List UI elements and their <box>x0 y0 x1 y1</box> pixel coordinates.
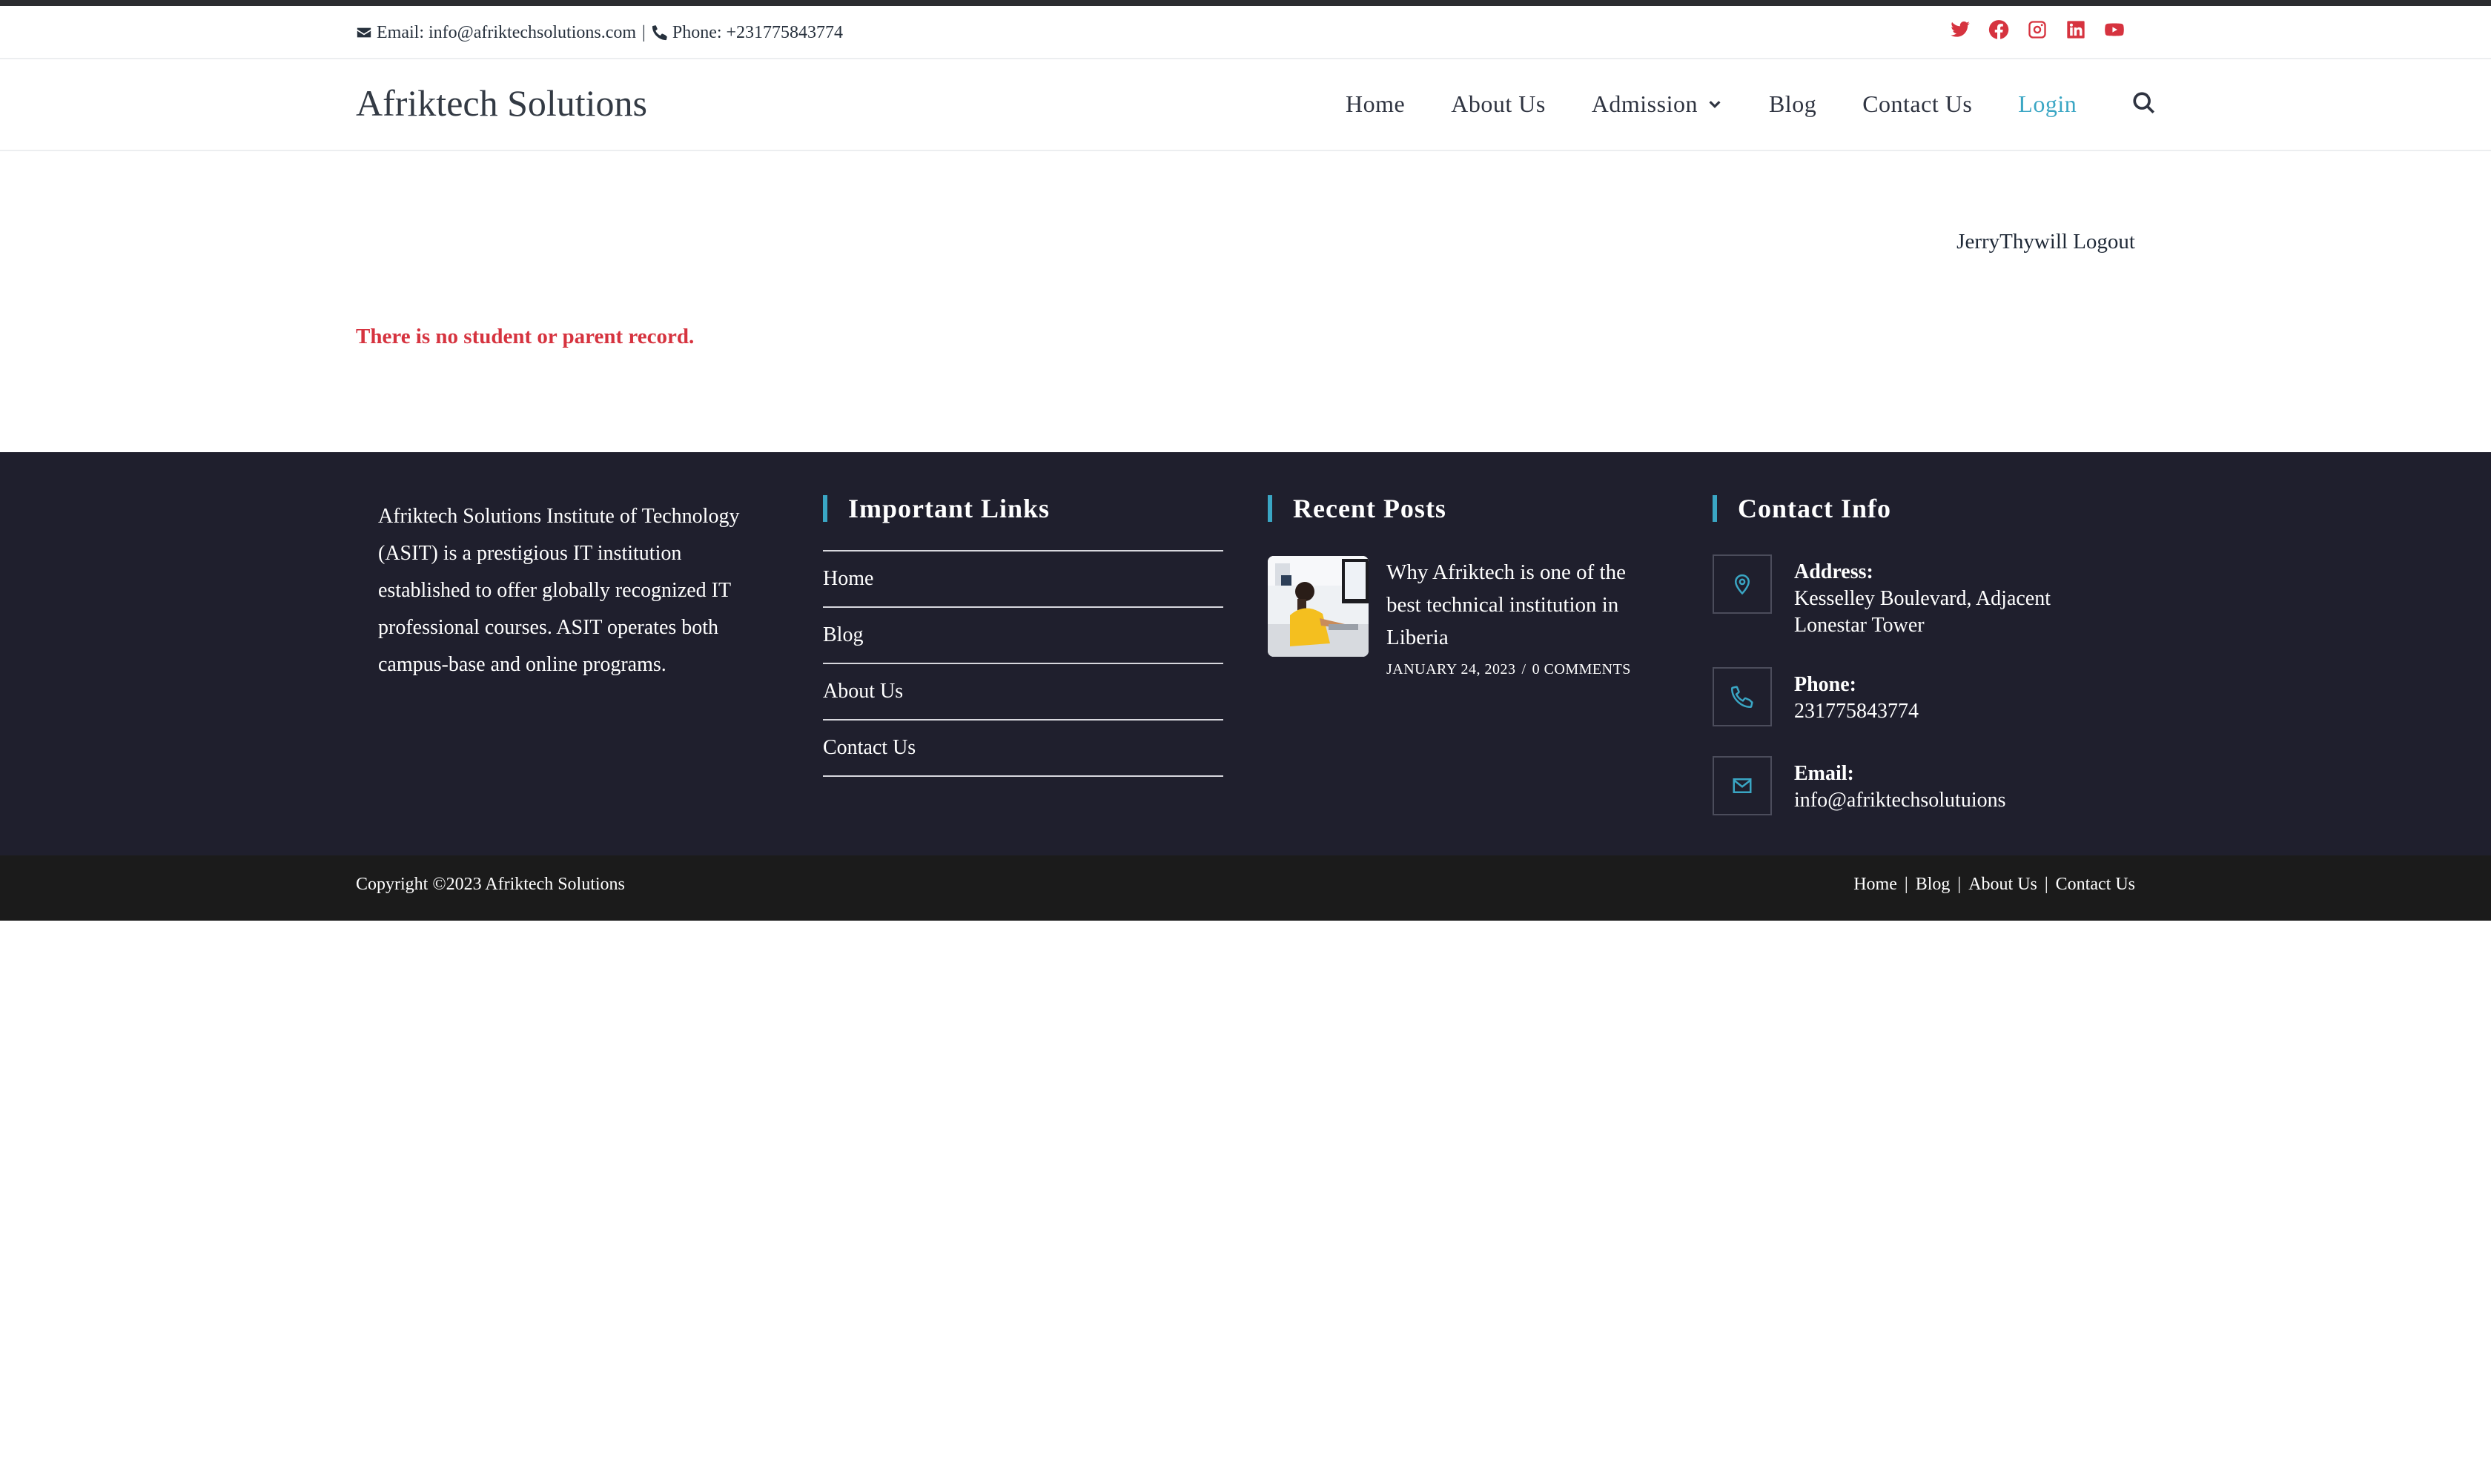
post-meta: JANUARY 24, 2023/0 COMMENTS <box>1386 661 1631 678</box>
search-icon[interactable] <box>2131 90 2158 117</box>
site-header: Afriktech Solutions Home About Us Admiss… <box>0 59 2491 151</box>
footer-link-contact[interactable]: Contact Us <box>823 721 1223 777</box>
phone-value[interactable]: 231775843774 <box>1794 698 1919 725</box>
footer-recent-posts: Recent Posts Why Afriktech is one of the… <box>1268 495 1668 678</box>
footer-link-blog[interactable]: Blog <box>823 608 1223 664</box>
nav-home[interactable]: Home <box>1346 90 1405 118</box>
address-label: Address: <box>1794 560 1873 583</box>
topbar-separator: | <box>642 22 646 42</box>
email-value[interactable]: info@afriktechsolutuions <box>1794 787 2006 814</box>
nav-login[interactable]: Login <box>2018 90 2077 118</box>
nav-about[interactable]: About Us <box>1451 90 1546 118</box>
nav-login-label: Login <box>2018 90 2077 117</box>
topbar-email-label: Email: <box>377 22 424 42</box>
post-comments[interactable]: 0 COMMENTS <box>1532 661 1631 678</box>
topbar-phone[interactable]: +231775843774 <box>727 23 844 43</box>
site-logo[interactable]: Afriktech Solutions <box>356 82 647 125</box>
recent-posts-title: Recent Posts <box>1268 495 1668 522</box>
contact-phone: Phone: 231775843774 <box>1713 667 1919 726</box>
footer-contact-info: Contact Info Address: Kesselley Boulevar… <box>1713 495 2128 815</box>
post-title[interactable]: Why Afriktech is one of the best technic… <box>1386 556 1653 654</box>
topbar-phone-label: Phone: <box>672 22 722 42</box>
contact-email: Email: info@afriktechsolutuions <box>1713 756 2006 815</box>
location-pin-icon <box>1713 554 1772 614</box>
top-accent-stripe <box>0 0 2491 6</box>
topbar-contact: Email: info@afriktechsolutions.com | Pho… <box>356 18 843 47</box>
important-links-list: Home Blog About Us Contact Us <box>823 550 1223 777</box>
footer-link-home[interactable]: Home <box>823 551 1223 608</box>
nav-blog[interactable]: Blog <box>1769 90 1816 118</box>
footer-menu-separator: | <box>1904 875 1908 894</box>
main-nav: Home About Us Admission Blog Contact Us … <box>1346 87 2158 120</box>
footer-important-links: Important Links Home Blog About Us Conta… <box>823 495 1223 777</box>
envelope-icon <box>357 27 371 38</box>
footer-menu: Home | Blog | About Us | Contact Us <box>1853 875 2135 895</box>
footer-menu-home[interactable]: Home <box>1853 875 1897 895</box>
username: JerryThywill <box>1956 230 2068 254</box>
top-bar: Email: info@afriktechsolutions.com | Pho… <box>0 6 2491 59</box>
important-links-title: Important Links <box>823 495 1223 522</box>
instagram-icon[interactable] <box>2027 19 2048 40</box>
footer-menu-blog[interactable]: Blog <box>1916 875 1951 895</box>
social-links <box>1950 19 2125 40</box>
email-label: Email: <box>1794 762 1854 785</box>
site-footer: Afriktech Solutions Institute of Technol… <box>0 452 2491 855</box>
footer-menu-contact[interactable]: Contact Us <box>2056 875 2135 895</box>
topbar-email[interactable]: info@afriktechsolutions.com <box>429 23 636 43</box>
nav-blog-label: Blog <box>1768 90 1817 117</box>
contact-address: Address: Kesselley Boulevard, Adjacent L… <box>1713 554 2091 639</box>
no-record-notice: There is no student or parent record. <box>356 325 695 348</box>
footer-link-about[interactable]: About Us <box>823 664 1223 721</box>
nav-contact[interactable]: Contact Us <box>1862 90 1972 118</box>
recent-post-item: Why Afriktech is one of the best technic… <box>1268 556 1668 678</box>
envelope-icon <box>1713 756 1772 815</box>
contact-info-title: Contact Info <box>1713 495 2128 522</box>
copyright-text: Copyright ©2023 Afriktech Solutions <box>356 875 625 894</box>
copyright-bar: Copyright ©2023 Afriktech Solutions Home… <box>0 855 2491 921</box>
user-session: JerryThywill Logout <box>1956 230 2135 254</box>
address-value: Kesselley Boulevard, Adjacent Lonestar T… <box>1794 587 2051 637</box>
facebook-icon[interactable] <box>1988 19 2009 40</box>
phone-icon <box>1713 667 1772 726</box>
post-date: JANUARY 24, 2023 <box>1386 661 1516 678</box>
linkedin-icon[interactable] <box>2065 19 2086 40</box>
twitter-icon[interactable] <box>1950 19 1971 40</box>
nav-contact-label: Contact Us <box>1862 90 1973 117</box>
phone-icon <box>652 25 667 41</box>
post-thumbnail[interactable] <box>1268 556 1369 657</box>
footer-about: Afriktech Solutions Institute of Technol… <box>378 505 740 676</box>
youtube-icon[interactable] <box>2104 19 2125 40</box>
nav-home-label: Home <box>1346 90 1406 117</box>
footer-menu-about[interactable]: About Us <box>1968 875 2037 895</box>
phone-label: Phone: <box>1794 673 1856 696</box>
logout-link[interactable]: Logout <box>2073 230 2135 254</box>
chevron-down-icon <box>1709 101 1721 108</box>
footer-menu-separator: | <box>2044 875 2048 894</box>
nav-admission[interactable]: Admission <box>1592 90 1723 118</box>
nav-about-label: About Us <box>1451 90 1546 117</box>
nav-admission-label: Admission <box>1591 90 1698 117</box>
footer-menu-separator: | <box>1957 875 1962 894</box>
